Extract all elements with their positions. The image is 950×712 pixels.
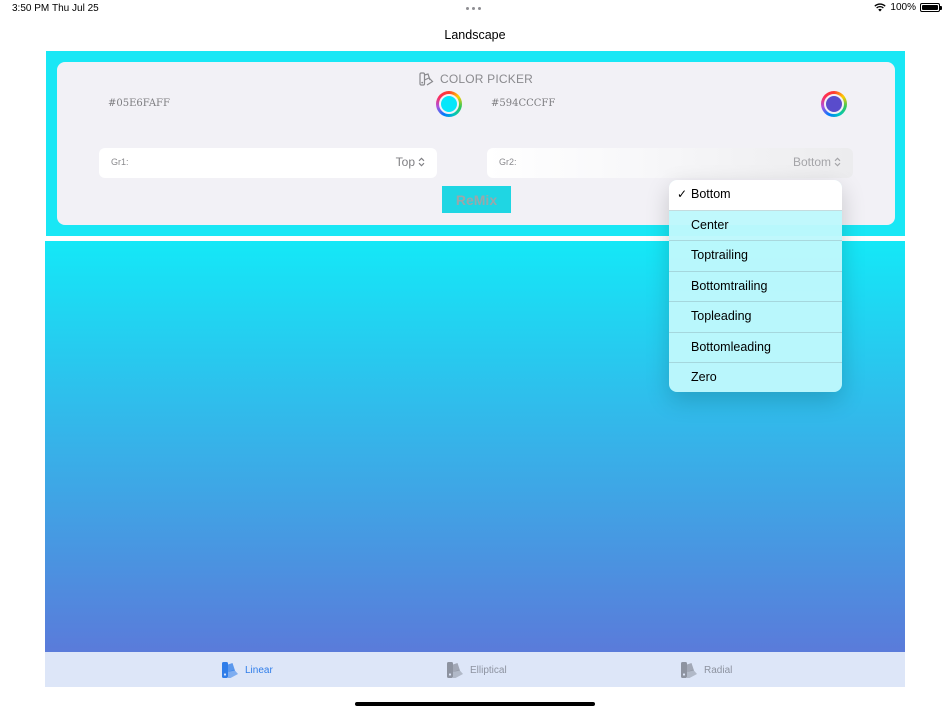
swatch-palette-icon [681,662,697,678]
tab-radial[interactable]: Radial [680,661,732,679]
status-date: Thu Jul 25 [52,3,99,14]
status-bar: 3:50 PM Thu Jul 25 100% [0,0,950,18]
battery-icon [920,3,942,12]
checkmark-icon: ✓ [677,187,688,201]
tab-radial-label: Radial [704,664,733,676]
gr2-value-text: Bottom [792,155,831,169]
color2-hex-label: #594CCCFF [491,98,556,109]
gr1-label: Gr1: [111,157,129,167]
dropdown-item[interactable]: Zero [669,363,842,392]
dropdown-item[interactable]: Toptrailing [669,241,842,272]
color-picker-title: COLOR PICKER [439,72,534,86]
dropdown-item-label: Bottom [691,187,731,201]
dropdown-item-label: Zero [691,370,717,384]
tab-elliptical[interactable]: Elliptical [446,661,507,679]
status-time: 3:50 PM [12,3,50,14]
swatch-palette-icon [222,662,238,678]
dropdown-item[interactable]: ✓ Bottom [669,180,842,211]
tab-bar: Linear Elliptical Radial [45,652,905,687]
dropdown-item[interactable]: Topleading [669,302,842,333]
color1-picker-button[interactable] [436,91,462,117]
gr1-value: Top [396,155,425,169]
multitasking-dots-icon[interactable] [466,7,481,10]
gr2-label: Gr2: [499,157,517,167]
page-title: Landscape [444,28,506,42]
swatch-palette-icon [447,662,463,678]
wifi-icon [874,3,887,12]
home-indicator[interactable] [355,702,595,706]
color1-swatch [439,94,459,114]
color-picker-header: COLOR PICKER [57,72,895,86]
tab-linear-label: Linear [245,664,273,676]
dropdown-item[interactable]: Bottomtrailing [669,272,842,302]
dropdown-item-label: Bottomtrailing [691,278,768,293]
tab-linear[interactable]: Linear [221,661,273,679]
color2-picker-button[interactable] [821,91,847,117]
color1-hex-label: #05E6FAFF [108,98,170,109]
gr1-value-text: Top [395,155,415,169]
chevron-up-down-icon [418,157,425,167]
dropdown-item-label: Center [691,217,729,232]
tab-elliptical-label: Elliptical [470,664,507,676]
remix-button[interactable]: ReMix [442,186,511,213]
chevron-up-down-icon [834,157,841,167]
color2-swatch [824,94,844,114]
dropdown-item[interactable]: Bottomleading [669,333,842,363]
dropdown-item-label: Topleading [691,309,752,323]
gr2-value: Bottom [793,155,841,169]
gr2-dropdown-menu: ✓ Bottom Center Toptrailing Bottomtrailing To… [669,180,842,392]
dropdown-item-label: Bottomleading [691,339,771,354]
battery-percent: 100% [890,2,916,13]
status-right: 100% [874,2,942,13]
dropdown-item-label: Toptrailing [691,248,748,262]
swatch-palette-icon [419,72,434,86]
gr2-select[interactable]: Gr2: Bottom [487,148,853,178]
gr1-select[interactable]: Gr1: Top [99,148,437,178]
dropdown-item[interactable]: Center [669,211,842,241]
